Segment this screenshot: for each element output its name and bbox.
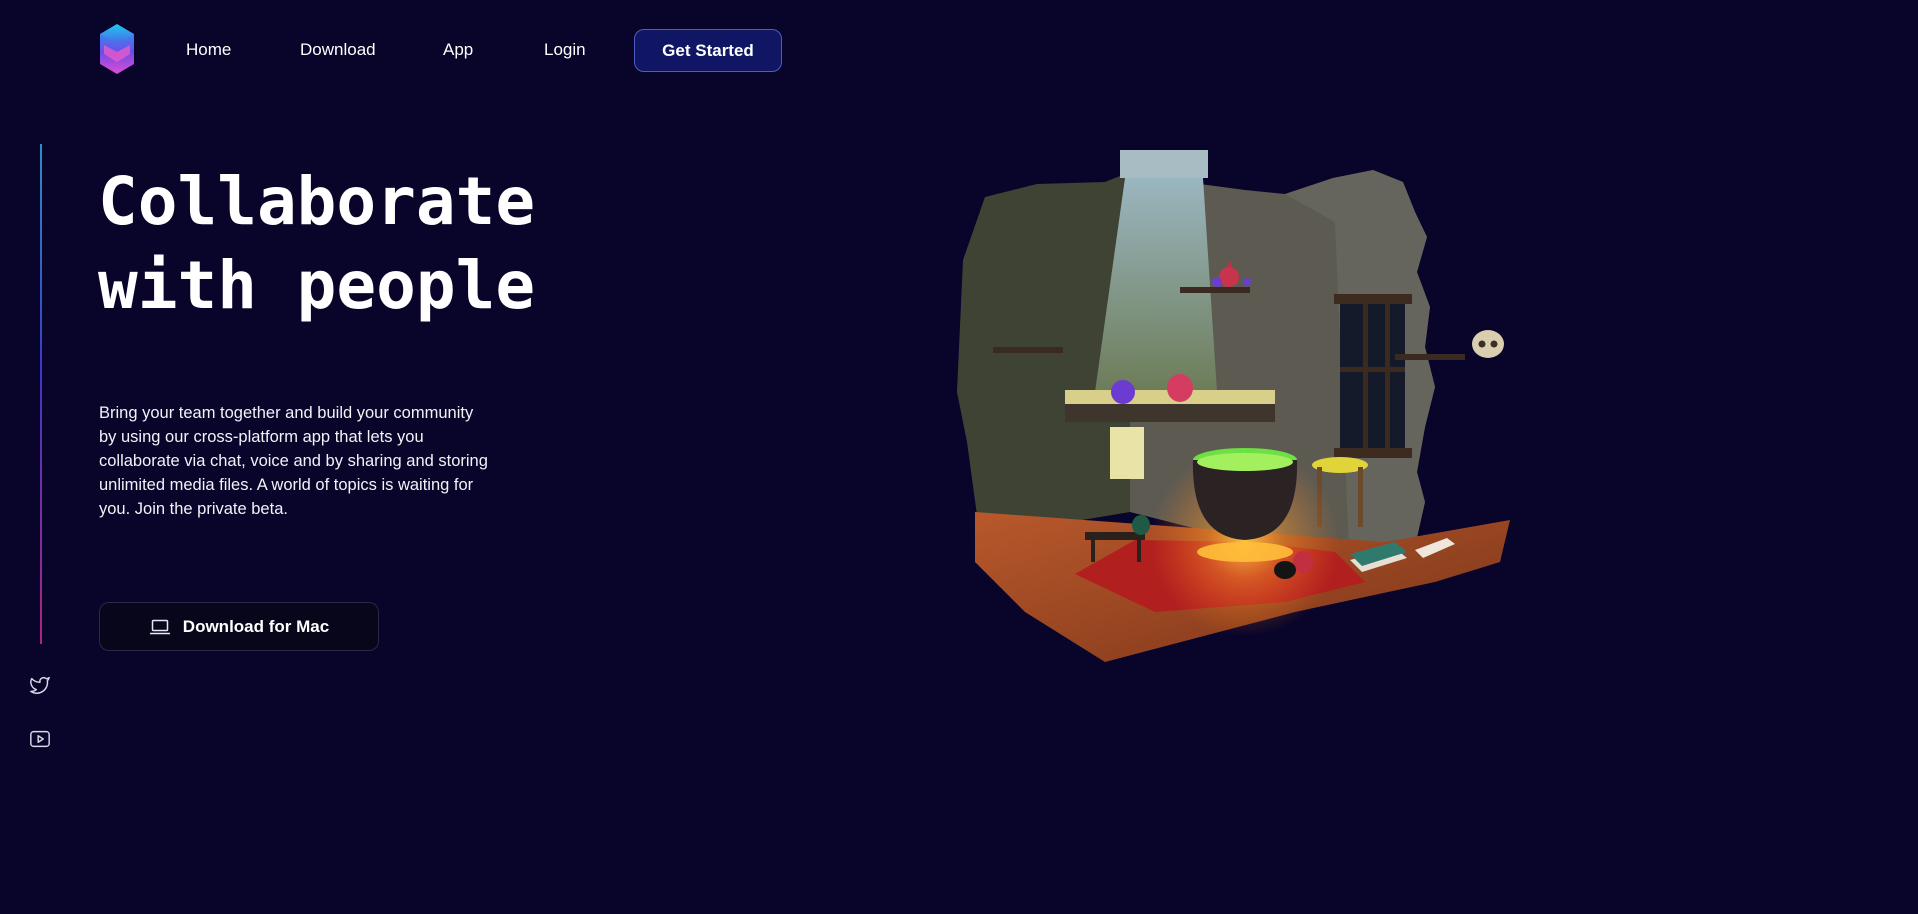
laptop-icon [149, 619, 170, 634]
hero-title-line-1: Collaborate [98, 163, 536, 240]
twitter-icon[interactable] [29, 674, 51, 696]
nav-download-link[interactable]: Download [300, 40, 376, 60]
side-accent-line [40, 144, 42, 644]
get-started-button[interactable]: Get Started [634, 29, 782, 72]
nav-home-link[interactable]: Home [186, 40, 231, 60]
hero-title-line-2: with people [98, 247, 536, 324]
download-button-label: Download for Mac [182, 616, 330, 636]
hexagon-logo-icon[interactable] [100, 24, 134, 74]
window [1334, 294, 1412, 458]
download-for-mac-button[interactable]: Download for Mac [99, 602, 379, 651]
witch-room-illustration [957, 150, 1510, 662]
nav-login-link[interactable]: Login [544, 40, 586, 60]
youtube-icon[interactable] [29, 728, 51, 750]
nav-app-link[interactable]: App [443, 40, 473, 60]
hero-title: Collaborate with people [98, 160, 658, 328]
hero-description: Bring your team together and build your … [99, 404, 488, 518]
